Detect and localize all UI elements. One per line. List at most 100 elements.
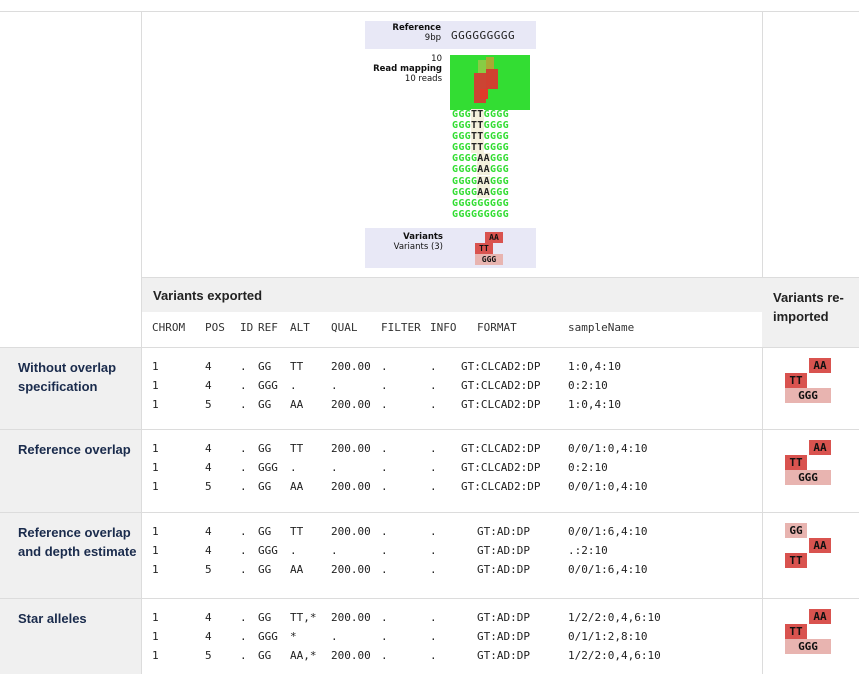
reference-title: Reference: [392, 23, 441, 33]
table-cell: .: [240, 398, 247, 411]
table-cell: 1: [152, 544, 159, 557]
table-cell: .: [240, 525, 247, 538]
read-match: GGGG: [483, 120, 509, 132]
variant-glyph: GG: [785, 523, 807, 538]
read-variant: AA: [477, 175, 490, 187]
table-cell: GGG: [258, 544, 278, 557]
table-cell: 5: [205, 480, 212, 493]
table-cell: 4: [205, 544, 212, 557]
read-variant: AA: [477, 164, 490, 176]
column-header: CHROM: [152, 321, 186, 334]
variants-label: Variants Variants (3): [365, 232, 443, 252]
table-cell: 1:0,4:10: [568, 360, 621, 373]
coverage-bar: [486, 57, 494, 71]
variant-glyph: TT: [785, 455, 807, 470]
read-match: GGGG: [452, 153, 478, 165]
row-label: Reference overlap and depth estimate: [0, 513, 141, 598]
table-cell: .: [381, 544, 388, 557]
read-line: GGGGAAGGG: [452, 175, 509, 187]
read-line: GGGGGGGGG: [452, 209, 509, 220]
read-match: GGGG: [452, 175, 478, 187]
table-cell: GT:AD:DP: [477, 611, 530, 624]
table-cell: GT:AD:DP: [477, 649, 530, 662]
table-cell: .: [430, 630, 437, 643]
variants-title: Variants: [403, 232, 443, 242]
table-cell: .: [331, 630, 338, 643]
read-variant: AA: [477, 153, 490, 165]
table-cell: .: [430, 398, 437, 411]
read-match: GGGG: [483, 131, 509, 143]
table-cell: .: [381, 461, 388, 474]
table-cell: 1/2/2:0,4,6:10: [568, 611, 661, 624]
read-match: GGG: [452, 142, 471, 154]
table-cell: GT:CLCAD2:DP: [461, 442, 541, 455]
column-header: POS: [205, 321, 225, 334]
variant-glyph: AA: [485, 232, 503, 243]
row-label: Reference overlap: [0, 430, 141, 512]
coverage-graph: [474, 57, 498, 103]
reference-length: 9bp: [424, 33, 441, 43]
row-label-text: Reference overlap: [18, 442, 131, 457]
table-cell: 0:2:10: [568, 461, 608, 474]
read-line: GGGTTGGGG: [452, 131, 509, 143]
table-cell: .: [331, 544, 338, 557]
table-cell: 200.00: [331, 398, 371, 411]
table-cell: 1: [152, 611, 159, 624]
table-cell: 1/2/2:0,4,6:10: [568, 649, 661, 662]
table-cell: .: [240, 461, 247, 474]
table-cell: .: [430, 379, 437, 392]
variant-glyph: TT: [785, 553, 807, 568]
read-variant: TT: [470, 109, 484, 120]
table-cell: .: [381, 360, 388, 373]
column-header: QUAL: [331, 321, 358, 334]
coverage-bar: [486, 69, 498, 89]
variant-glyph: GGG: [785, 388, 831, 403]
row-label-text: Reference overlap and depth estimate: [18, 525, 137, 559]
table-cell: GG: [258, 442, 272, 455]
reimported-variants: AA TT GGG: [785, 358, 845, 406]
table-cell: GGG: [258, 379, 278, 392]
read-match: GGGGGGGGG: [452, 197, 509, 209]
table-cell: .: [381, 398, 388, 411]
table-cell: AA,*: [290, 649, 317, 662]
read-line: GGGTTGGGG: [452, 142, 509, 154]
table-cell: 1: [152, 461, 159, 474]
table-cell: 0/0/1:0,4:10: [568, 442, 648, 455]
read-match: GGGGGGGGG: [452, 208, 509, 220]
read-variant: TT: [470, 131, 484, 143]
variants-count: Variants (3): [393, 242, 443, 252]
table-cell: 0/1/1:2,8:10: [568, 630, 648, 643]
table-cell: .: [331, 379, 338, 392]
table-cell: 4: [205, 379, 212, 392]
table-cell: TT: [290, 360, 304, 373]
table-cell: *: [290, 630, 297, 643]
table-cell: .: [430, 360, 437, 373]
read-stack: GGGTTGGGG GGGTTGGGG GGGTTGGGG GGGTTGGGG GGGG…: [452, 109, 509, 220]
table-cell: 0/0/1:0,4:10: [568, 480, 648, 493]
table-cell: .: [240, 563, 247, 576]
table-cell: AA: [290, 563, 304, 576]
variant-glyph: TT: [475, 243, 493, 254]
read-match: GGG: [489, 175, 509, 187]
table-cell: .: [240, 649, 247, 662]
table-cell: GG: [258, 649, 272, 662]
table-cell: GT:CLCAD2:DP: [461, 360, 541, 373]
table-cell: .: [290, 544, 297, 557]
variant-glyph: TT: [785, 624, 807, 639]
read-line: GGGGGGGGG: [452, 198, 509, 209]
read-line: GGGTTGGGG: [452, 120, 509, 132]
table-cell: .:2:10: [568, 544, 608, 557]
read-match: GGGG: [452, 164, 478, 176]
reimported-variants: AA TT GGG: [785, 609, 845, 657]
column-header: sampleName: [568, 321, 635, 334]
row-label-text: Star alleles: [18, 611, 87, 626]
variant-glyph: AA: [809, 440, 831, 455]
table-cell: .: [290, 379, 297, 392]
column-header: FILTER: [381, 321, 421, 334]
column-header: ID: [240, 321, 254, 334]
table-cell: GT:AD:DP: [477, 630, 530, 643]
variants-reimported-header: Variants re-imported: [762, 278, 859, 347]
table-cell: .: [430, 611, 437, 624]
table-cell: AA: [290, 480, 304, 493]
table-cell: 200.00: [331, 611, 371, 624]
